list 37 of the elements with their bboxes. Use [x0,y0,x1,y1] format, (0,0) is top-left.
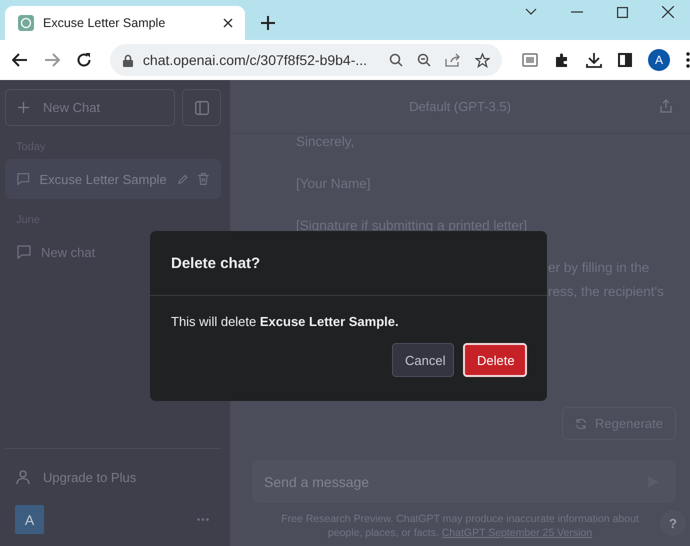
chat-bubble-icon [17,245,31,259]
close-icon[interactable] [223,18,233,28]
close-icon[interactable] [662,6,674,18]
user-avatar[interactable]: A [15,505,44,534]
minimize-icon[interactable] [571,11,583,13]
back-arrow-icon[interactable] [12,53,28,67]
dialog-message: This will delete Excuse Letter Sample. [171,314,400,329]
delete-button[interactable]: Delete [463,343,527,377]
profile-avatar[interactable]: A [648,49,670,71]
help-button[interactable]: ? [660,510,686,536]
share-icon[interactable] [445,53,462,67]
user-icon [16,470,30,484]
chevron-down-icon[interactable] [525,8,537,16]
zoom-out-icon[interactable] [417,53,432,67]
star-icon[interactable] [475,52,490,68]
cancel-button[interactable]: Cancel [392,343,454,377]
sidebar-toggle-button[interactable] [182,89,221,126]
new-tab-icon[interactable] [261,16,275,30]
side-panel-icon[interactable] [618,53,632,67]
app-logo-icon [18,15,34,31]
more-vertical-icon[interactable] [686,52,690,68]
search-icon[interactable] [389,53,404,67]
new-chat-button[interactable]: New Chat [5,89,175,126]
browser-tab[interactable]: Excuse Letter Sample [5,6,245,40]
address-bar[interactable]: chat.openai.com/c/307f8f52-b9b4-... [110,44,502,76]
refresh-icon [575,418,588,430]
sidebar-icon [194,100,208,114]
plus-icon [18,102,29,113]
upgrade-link[interactable]: Upgrade to Plus [5,463,221,491]
download-icon[interactable] [586,52,602,68]
screenshot-icon[interactable] [522,53,538,67]
chat-bubble-icon [17,172,30,186]
dialog-title: Delete chat? [150,231,547,296]
reload-icon[interactable] [76,52,92,68]
lock-icon [122,54,133,66]
forward-arrow-icon[interactable] [44,53,60,67]
maximize-icon[interactable] [617,6,628,18]
